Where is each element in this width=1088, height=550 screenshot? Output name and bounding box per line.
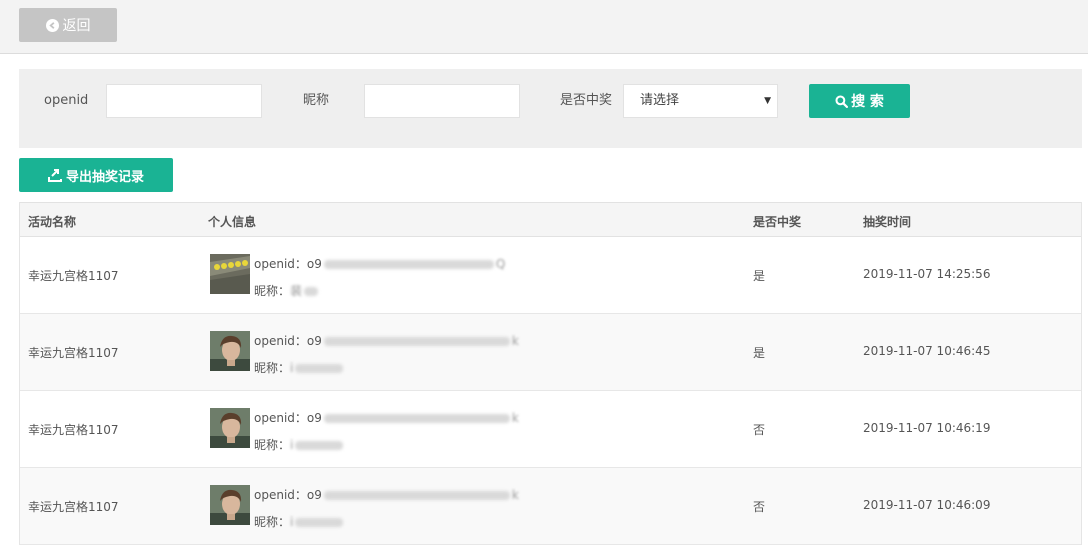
avatar xyxy=(210,485,250,525)
draw-time: 2019-11-07 14:25:56 xyxy=(863,267,991,281)
search-icon xyxy=(835,94,849,108)
top-toolbar: 返回 xyxy=(0,0,1088,54)
draw-time: 2019-11-07 10:46:45 xyxy=(863,344,991,358)
filter-panel: openid 昵称 是否中奖 请选择 ▼ 搜 索 xyxy=(19,69,1082,148)
nickname-text: 昵称：裴 xyxy=(254,282,319,299)
header-won: 是否中奖 xyxy=(753,215,802,229)
activity-name: 幸运九宫格1107 xyxy=(28,500,119,514)
activity-name: 幸运九宫格1107 xyxy=(28,269,119,283)
draw-time: 2019-11-07 10:46:19 xyxy=(863,421,991,435)
nickname-text: 昵称：i xyxy=(254,436,344,453)
won-status: 否 xyxy=(753,500,766,514)
table-row: 幸运九宫格1107 openid：o9 k 昵称：i 否 2019-11-07 1… xyxy=(20,391,1081,468)
export-button-label: 导出抽奖记录 xyxy=(65,169,144,185)
avatar xyxy=(210,254,250,294)
openid-text: openid：o9 Q xyxy=(254,257,506,271)
avatar xyxy=(210,331,250,371)
nickname-text: 昵称：i xyxy=(254,359,344,376)
won-status: 否 xyxy=(753,423,766,437)
nickname-text: 昵称：i xyxy=(254,513,344,530)
back-button[interactable]: 返回 xyxy=(19,8,117,42)
table-row: 幸运九宫格1107 openid：o9 k 昵称：i 否 2019-11-07 1… xyxy=(20,468,1081,545)
win-select-value: 请选择 xyxy=(640,93,680,108)
nickname-input[interactable] xyxy=(364,84,520,118)
export-records-button[interactable]: 导出抽奖记录 xyxy=(19,158,173,192)
openid-label: openid xyxy=(44,93,89,108)
win-select[interactable]: 请选择 ▼ xyxy=(623,84,778,118)
activity-name: 幸运九宫格1107 xyxy=(28,423,119,437)
header-activity: 活动名称 xyxy=(28,215,77,229)
activity-name: 幸运九宫格1107 xyxy=(28,346,119,360)
arrow-left-circle-icon xyxy=(45,18,59,32)
openid-text: openid：o9 k xyxy=(254,488,519,502)
lottery-records-table: 活动名称 个人信息 是否中奖 抽奖时间 幸运九宫格1107 openid：o9 Q… xyxy=(19,202,1082,545)
table-row: 幸运九宫格1107 openid：o9 Q 昵称：裴 是 2019-11-07 1… xyxy=(20,237,1081,314)
won-status: 是 xyxy=(753,346,766,360)
header-draw-time: 抽奖时间 xyxy=(863,215,912,229)
won-status: 是 xyxy=(753,269,766,283)
export-icon xyxy=(47,169,62,182)
win-label: 是否中奖 xyxy=(560,93,613,108)
search-button[interactable]: 搜 索 xyxy=(809,84,910,118)
openid-text: openid：o9 k xyxy=(254,411,519,425)
openid-text: openid：o9 k xyxy=(254,334,519,348)
openid-input[interactable] xyxy=(106,84,262,118)
draw-time: 2019-11-07 10:46:09 xyxy=(863,498,991,512)
table-row: 幸运九宫格1107 openid：o9 k 昵称：i 是 2019-11-07 1… xyxy=(20,314,1081,391)
caret-down-icon: ▼ xyxy=(764,96,771,106)
avatar xyxy=(210,408,250,448)
back-button-label: 返回 xyxy=(62,18,91,34)
search-button-label: 搜 索 xyxy=(851,94,884,110)
nickname-label: 昵称 xyxy=(303,93,330,108)
table-header: 活动名称 个人信息 是否中奖 抽奖时间 xyxy=(20,202,1081,237)
header-personal-info: 个人信息 xyxy=(208,215,257,229)
